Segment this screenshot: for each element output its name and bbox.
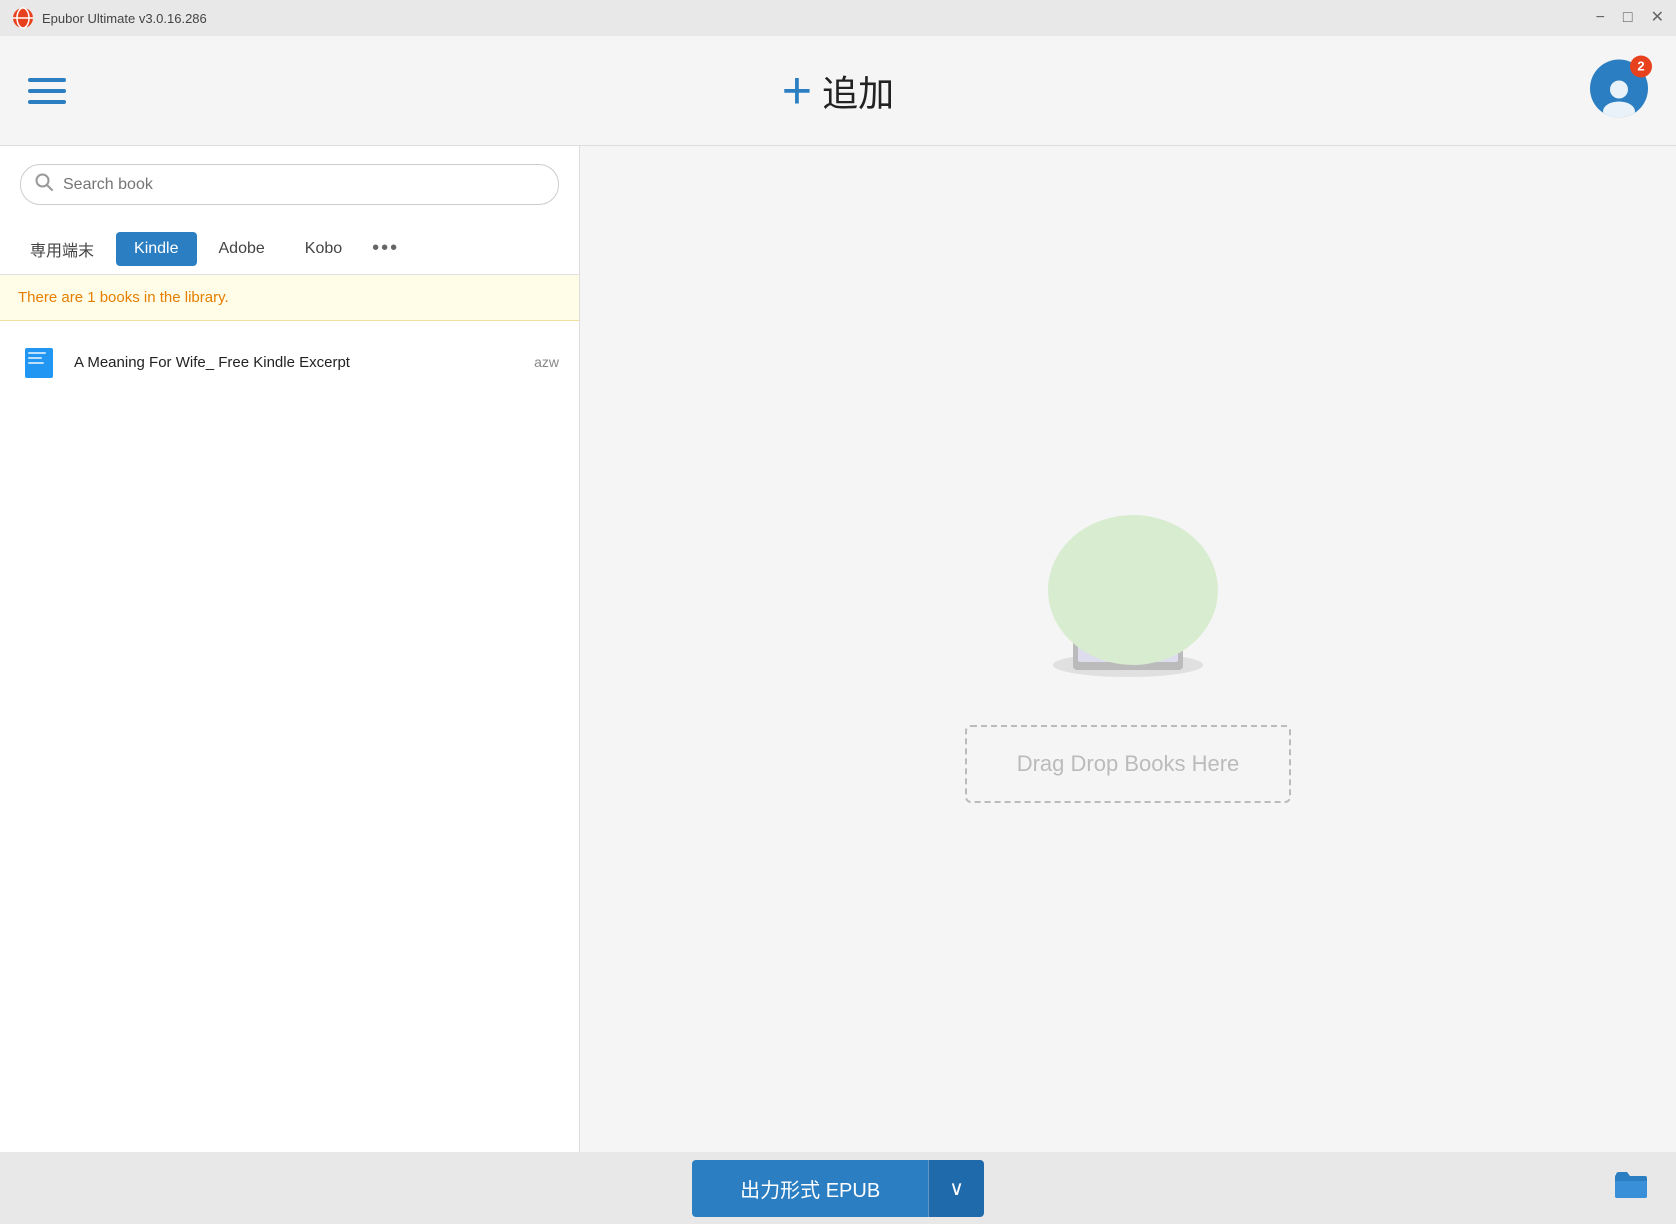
book-item[interactable]: A Meaning For Wife_ Free Kindle Excerpt … bbox=[0, 331, 579, 393]
close-button[interactable]: ✕ bbox=[1651, 10, 1664, 26]
book-list: A Meaning For Wife_ Free Kindle Excerpt … bbox=[0, 321, 579, 1152]
add-button[interactable]: + 追加 bbox=[782, 65, 894, 117]
folder-button[interactable] bbox=[1614, 1169, 1648, 1207]
search-input[interactable] bbox=[63, 176, 544, 194]
output-format-button[interactable]: 出力形式 EPUB ∨ bbox=[692, 1160, 984, 1217]
folder-icon bbox=[1614, 1169, 1648, 1199]
toolbar: + 追加 2 bbox=[0, 36, 1676, 146]
book-title: A Meaning For Wife_ Free Kindle Excerpt bbox=[74, 354, 518, 371]
notification-badge: 2 bbox=[1630, 55, 1652, 77]
add-plus-icon: + bbox=[782, 65, 812, 117]
drop-zone-label: Drag Drop Books Here bbox=[1017, 751, 1240, 776]
menu-button[interactable] bbox=[28, 78, 66, 104]
minimize-button[interactable]: − bbox=[1596, 10, 1605, 26]
window-controls: − □ ✕ bbox=[1596, 10, 1664, 26]
tab-more[interactable]: ••• bbox=[364, 233, 407, 264]
app-logo bbox=[12, 7, 34, 29]
illustration-circle bbox=[1048, 515, 1218, 665]
search-bar-container bbox=[0, 146, 579, 223]
main-content: 専用端末 Kindle Adobe Kobo ••• There are 1 b… bbox=[0, 146, 1676, 1152]
right-panel: Drag Drop Books Here bbox=[580, 146, 1676, 1152]
search-icon bbox=[35, 173, 53, 196]
output-format-main[interactable]: 出力形式 EPUB bbox=[692, 1160, 928, 1217]
library-notice: There are 1 books in the library. bbox=[0, 275, 579, 321]
book-format: azw bbox=[534, 354, 559, 370]
user-icon bbox=[1598, 75, 1640, 117]
user-avatar-container[interactable]: 2 bbox=[1590, 59, 1648, 122]
tab-kindle[interactable]: Kindle bbox=[116, 232, 196, 266]
bottom-bar: 出力形式 EPUB ∨ bbox=[0, 1152, 1676, 1224]
add-label: 追加 bbox=[822, 65, 894, 117]
book-icon bbox=[20, 343, 58, 381]
title-bar: Epubor Ultimate v3.0.16.286 − □ ✕ bbox=[0, 0, 1676, 36]
tabs-bar: 専用端末 Kindle Adobe Kobo ••• bbox=[0, 223, 579, 275]
search-bar[interactable] bbox=[20, 164, 559, 205]
drop-illustration bbox=[1018, 495, 1238, 695]
tab-dedicated[interactable]: 専用端末 bbox=[12, 229, 112, 269]
app-title: Epubor Ultimate v3.0.16.286 bbox=[42, 11, 207, 26]
drop-zone[interactable]: Drag Drop Books Here bbox=[965, 725, 1292, 803]
maximize-button[interactable]: □ bbox=[1623, 10, 1633, 26]
output-format-arrow[interactable]: ∨ bbox=[928, 1160, 984, 1217]
tab-adobe[interactable]: Adobe bbox=[201, 232, 283, 266]
tab-kobo[interactable]: Kobo bbox=[287, 232, 360, 266]
left-panel: 専用端末 Kindle Adobe Kobo ••• There are 1 b… bbox=[0, 146, 580, 1152]
